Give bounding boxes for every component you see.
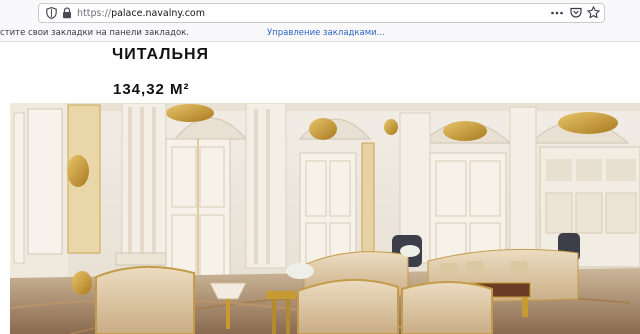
pocket-icon[interactable] bbox=[570, 7, 582, 19]
bookmarks-hint: стите свои закладки на панели закладок. bbox=[0, 28, 189, 38]
lock-icon[interactable] bbox=[62, 7, 72, 19]
bookmarks-toolbar: стите свои закладки на панели закладок. … bbox=[0, 26, 640, 42]
url-text[interactable]: https://palace.navalny.com bbox=[77, 6, 205, 22]
room-photo bbox=[10, 103, 640, 334]
room-title: ЧИТАЛЬНЯ bbox=[112, 46, 210, 63]
bookmark-star-icon[interactable] bbox=[587, 6, 600, 19]
more-options-icon[interactable] bbox=[550, 8, 564, 18]
address-bar[interactable]: https://palace.navalny.com bbox=[38, 3, 605, 23]
url-host: palace.navalny.com bbox=[111, 8, 205, 19]
url-scheme: https:// bbox=[77, 8, 112, 19]
room-area: 134,32 М² bbox=[113, 81, 190, 98]
browser-toolbar: https://palace.navalny.com bbox=[0, 0, 640, 26]
shield-icon[interactable] bbox=[46, 7, 57, 19]
manage-bookmarks-link[interactable]: Управление закладками... bbox=[267, 27, 385, 40]
